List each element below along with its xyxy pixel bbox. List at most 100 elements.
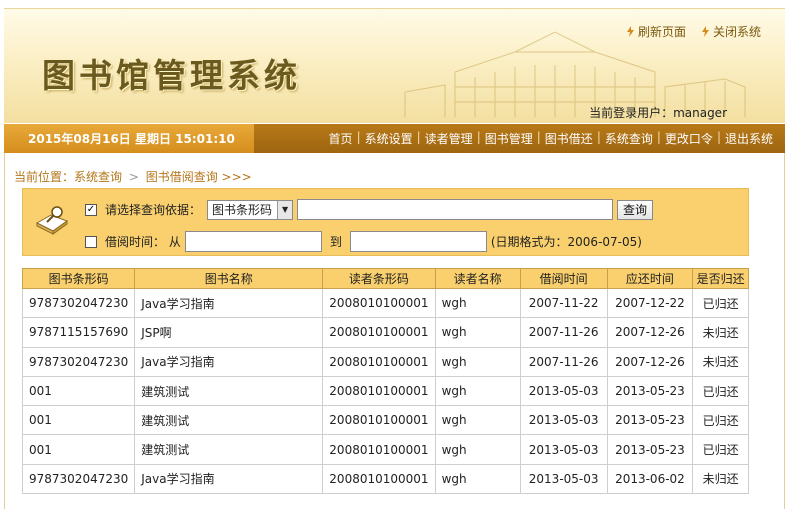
cell-book-name: 建筑测试	[134, 434, 324, 465]
query-date-row: 借阅时间： 从 到 (日期格式为：2006-07-05)	[85, 231, 642, 252]
cell-book-barcode: 001	[21, 434, 136, 465]
cell-reader-name: wgh	[434, 463, 521, 495]
cell-due-date: 2007-12-22	[606, 287, 694, 319]
cell-due-date: 2013-06-02	[606, 463, 694, 495]
refresh-page-label: 刷新页面	[637, 25, 686, 39]
menu-item-system-settings[interactable]: 系统设置	[365, 130, 413, 147]
date-to-input[interactable]	[349, 231, 487, 252]
cell-reader-barcode: 2008010100001	[322, 463, 436, 495]
query-basis-select[interactable]: 图书条形码 ▼	[207, 199, 294, 220]
cell-returned: 未归还	[692, 463, 749, 495]
lightning-icon	[626, 26, 634, 37]
cell-reader-name: wgh	[434, 317, 521, 348]
cell-reader-barcode: 2008010100001	[322, 346, 436, 377]
cell-reader-barcode: 2008010100001	[322, 434, 436, 465]
column-header-book-name: 图书名称	[134, 268, 324, 289]
menu-separator: |	[356, 130, 361, 144]
cell-book-barcode: 9787302047230	[21, 287, 136, 319]
dropdown-arrow-icon: ▼	[277, 200, 293, 219]
table-row: 001 建筑测试 2008010100001 wgh 2013-05-03 20…	[21, 405, 749, 436]
cell-borrow-date: 2013-05-03	[519, 463, 608, 495]
close-system-label: 关闭系统	[712, 25, 761, 39]
cell-reader-barcode: 2008010100001	[322, 405, 436, 436]
date-to-label: 到	[329, 235, 342, 249]
cell-book-name: Java学习指南	[134, 346, 324, 377]
cell-returned: 未归还	[692, 317, 749, 348]
cell-reader-name: wgh	[434, 405, 521, 436]
cell-due-date: 2013-05-23	[606, 375, 694, 407]
menu-item-reader-management[interactable]: 读者管理	[425, 130, 473, 147]
menu-separator: |	[476, 130, 481, 144]
cell-due-date: 2013-05-23	[606, 434, 694, 465]
cell-book-name: Java学习指南	[134, 463, 324, 495]
menu-separator: |	[596, 130, 601, 144]
cell-borrow-date: 2007-11-26	[519, 317, 608, 348]
app-title: 图书馆管理系统	[42, 56, 301, 95]
table-row: 001 建筑测试 2008010100001 wgh 2013-05-03 20…	[21, 434, 749, 465]
table-row: 9787302047230 Java学习指南 2008010100001 wgh…	[21, 287, 749, 319]
cell-book-name: 建筑测试	[134, 375, 324, 407]
menu-item-system-query[interactable]: 系统查询	[605, 130, 653, 147]
borrow-date-checkbox[interactable]	[85, 235, 97, 248]
breadcrumb: 当前位置：系统查询 > 图书借阅查询 >>>	[14, 168, 252, 185]
refresh-page-link[interactable]: 刷新页面	[626, 23, 686, 40]
table-row: 9787115157690 JSP啊 2008010100001 wgh 200…	[21, 317, 749, 348]
menu-separator: |	[656, 130, 661, 144]
cell-borrow-date: 2007-11-22	[519, 287, 608, 319]
breadcrumb-current: 图书借阅查询 >>>	[145, 170, 252, 184]
cell-returned: 已归还	[692, 375, 749, 407]
table-row: 9787302047230 Java学习指南 2008010100001 wgh…	[21, 346, 749, 377]
cell-borrow-date: 2013-05-03	[519, 434, 608, 465]
menu-item-book-management[interactable]: 图书管理	[485, 130, 533, 147]
query-button[interactable]: 查询	[617, 199, 654, 220]
menu-item-logout[interactable]: 退出系统	[725, 130, 773, 147]
query-basis-selected: 图书条形码	[212, 203, 273, 217]
header-banner: 图书馆管理系统 刷新页面 关闭系统 当前登录用户：manager	[4, 8, 785, 123]
cell-reader-name: wgh	[434, 287, 521, 319]
book-search-icon	[35, 206, 69, 235]
cell-returned: 未归还	[692, 346, 749, 377]
main-navbar: 2015年08月16日 星期日 15:01:10 首页 | 系统设置 | 读者管理 |…	[4, 124, 785, 153]
cell-reader-name: wgh	[434, 346, 521, 377]
top-links: 刷新页面 关闭系统	[626, 23, 761, 40]
cell-reader-name: wgh	[434, 375, 521, 407]
query-panel: ✓ 请选择查询依据： 图书条形码 ▼ 查询 借阅时间： 从 到 (日期格式为：2…	[22, 188, 749, 256]
borrow-records-table: 图书条形码 图书名称 读者条形码 读者名称 借阅时间 应还时间 是否归还 978…	[21, 268, 749, 495]
cell-returned: 已归还	[692, 434, 749, 465]
lightning-icon	[701, 26, 709, 37]
close-system-link[interactable]: 关闭系统	[701, 23, 761, 40]
borrow-date-label: 借阅时间： 从	[105, 235, 181, 249]
cell-due-date: 2007-12-26	[606, 317, 694, 348]
cell-reader-barcode: 2008010100001	[322, 317, 436, 348]
table-header-row: 图书条形码 图书名称 读者条形码 读者名称 借阅时间 应还时间 是否归还	[21, 268, 749, 289]
cell-due-date: 2013-05-23	[606, 405, 694, 436]
cell-book-name: Java学习指南	[134, 287, 324, 319]
menu-item-home[interactable]: 首页	[329, 130, 353, 147]
cell-returned: 已归还	[692, 405, 749, 436]
column-header-due-date: 应还时间	[606, 268, 694, 289]
date-from-input[interactable]	[184, 231, 322, 252]
menu-item-borrow-return[interactable]: 图书借还	[545, 130, 593, 147]
cell-returned: 已归还	[692, 287, 749, 319]
cell-book-barcode: 9787115157690	[21, 317, 136, 348]
menu-separator: |	[536, 130, 541, 144]
cell-book-name: JSP啊	[134, 317, 324, 348]
current-datetime: 2015年08月16日 星期日 15:01:10	[4, 124, 254, 153]
cell-due-date: 2007-12-26	[606, 346, 694, 377]
column-header-returned: 是否归还	[692, 268, 749, 289]
table-row: 9787302047230 Java学习指南 2008010100001 wgh…	[21, 463, 749, 495]
cell-borrow-date: 2007-11-26	[519, 346, 608, 377]
cell-reader-barcode: 2008010100001	[322, 287, 436, 319]
login-user-text: 当前登录用户：manager	[589, 106, 727, 120]
main-menu: 首页 | 系统设置 | 读者管理 | 图书管理 | 图书借还 | 系统查询 | 更改口令 | …	[254, 130, 785, 147]
query-keyword-input[interactable]	[297, 199, 614, 220]
table-row: 001 建筑测试 2008010100001 wgh 2013-05-03 20…	[21, 375, 749, 407]
cell-book-barcode: 001	[21, 405, 136, 436]
menu-item-change-password[interactable]: 更改口令	[665, 130, 713, 147]
date-format-hint: (日期格式为：2006-07-05)	[490, 235, 642, 249]
query-basis-row: ✓ 请选择查询依据： 图书条形码 ▼ 查询	[85, 199, 654, 220]
query-basis-checkbox[interactable]: ✓	[85, 203, 97, 216]
cell-book-barcode: 9787302047230	[21, 346, 136, 377]
cell-book-name: 建筑测试	[134, 405, 324, 436]
menu-separator: |	[716, 130, 721, 144]
